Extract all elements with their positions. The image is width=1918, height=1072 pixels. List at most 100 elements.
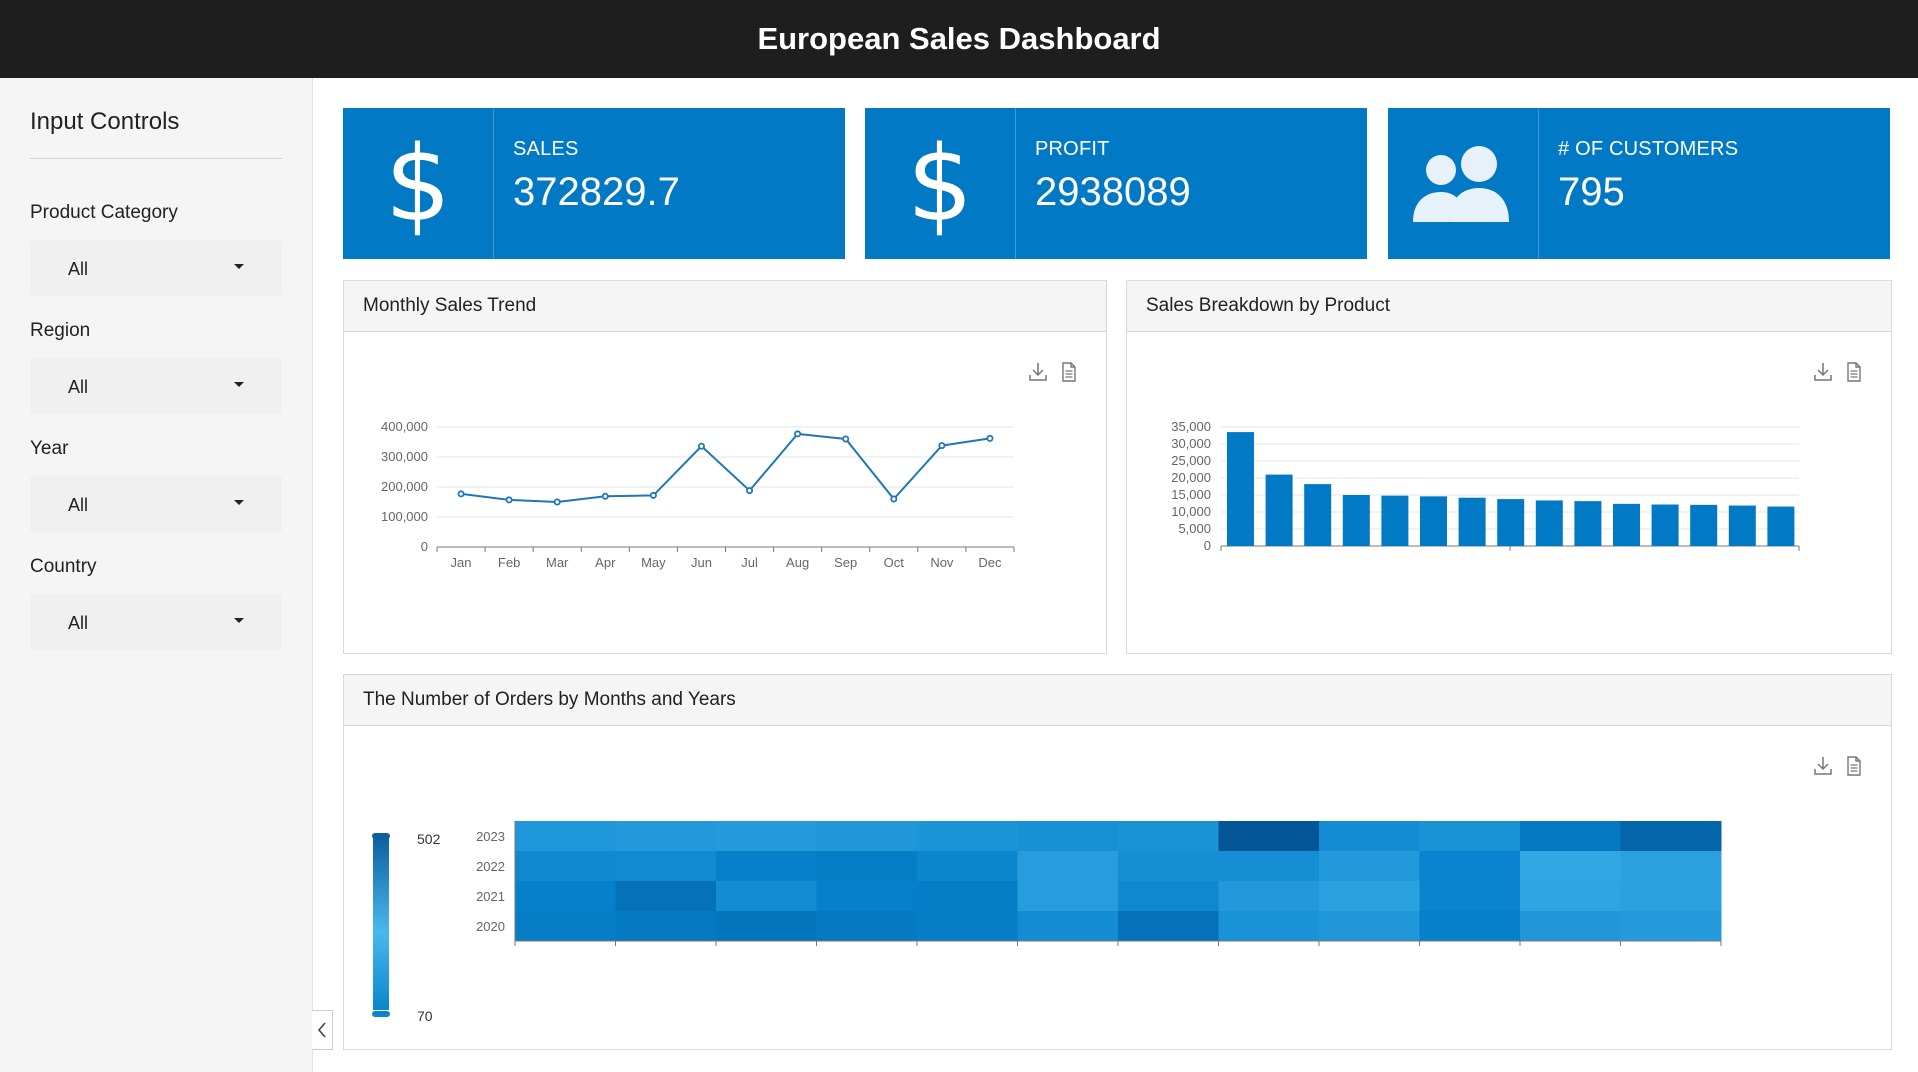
bar [1613,503,1640,546]
kpi-value: 372829.7 [513,170,680,214]
app-header: European Sales Dashboard [0,0,1918,78]
data-point [890,495,898,503]
heatmap-cell [1218,911,1320,942]
x-tick-label: Nov [930,555,954,570]
heatmap-cell [1620,911,1722,942]
product-category-select[interactable]: All [30,240,282,296]
year-select[interactable]: All [30,476,282,532]
y-tick-label: 20,000 [1171,470,1211,485]
bar [1420,496,1447,546]
region-value: All [68,377,89,397]
heatmap-cell [1218,851,1320,882]
kpi-label: PROFIT [1035,138,1110,160]
heatmap-cell [716,881,817,912]
heatmap-cell [615,851,717,882]
y-tick-label: 400,000 [381,419,428,434]
heatmap-cell [816,851,918,882]
bar [1651,504,1679,546]
heatmap-cell [615,911,717,942]
heatmap-cell [1017,911,1119,942]
bar [1381,495,1409,546]
heatmap-cell [816,911,918,942]
x-tick-label: May [641,555,666,570]
kpi-label: # OF CUSTOMERS [1558,138,1739,160]
x-tick-label: Jun [691,555,712,570]
kpi-label: SALES [513,138,579,160]
country-value: All [68,613,89,633]
y-tick-label: 25,000 [1171,453,1211,468]
panel-sales-breakdown: Sales Breakdown by Product 35,000 30,000 2… [1126,280,1892,654]
year-label: Year [30,438,69,459]
data-point [842,435,850,443]
y-tick-label: 2023 [476,829,505,844]
heatmap-cell [1319,911,1420,942]
heatmap-cell [917,821,1018,852]
panel-orders-heatmap: The Number of Orders by Months and Years… [343,674,1892,1050]
heatmap-cell [716,911,817,942]
heatmap-cell [515,911,616,942]
data-point [938,442,946,450]
x-tick-label: Oct [884,555,905,570]
heatmap-cell [1620,851,1722,882]
heatmap-cell [1118,821,1219,852]
color-scale-handle-min [372,1011,390,1017]
kpi-card-customers: # OF CUSTOMERS 795 [1388,108,1890,259]
data-point [986,434,994,442]
sidebar-divider [30,158,282,159]
heatmap-cell [1419,851,1521,882]
y-tick-label: 0 [1204,538,1211,553]
heatmap-cell [1419,911,1521,942]
y-tick-label: 15,000 [1171,487,1211,502]
x-tick-label: Mar [546,555,569,570]
heatmap-cell [615,881,717,912]
y-tick-label: 100,000 [381,509,428,524]
y-tick-label: 10,000 [1171,504,1211,519]
x-tick-label: Apr [595,555,616,570]
y-tick-label: 300,000 [381,449,428,464]
heatmap-cell [816,881,918,912]
heatmap-cell [1017,881,1119,912]
heatmap-cell [917,911,1018,942]
heatmap-cell [615,821,717,852]
heatmap-cell [515,881,616,912]
color-scale-bar [373,836,389,1010]
product-category-value: All [68,259,89,279]
data-point [794,430,802,438]
heatmap-cell [1118,911,1219,942]
sidebar-title: Input Controls [30,108,180,135]
y-tick-label: 2021 [476,889,505,904]
series-line [460,432,991,504]
region-select[interactable]: All [30,358,282,414]
caret-down-icon [234,618,244,623]
product-category-label: Product Category [30,202,178,223]
data-point [601,492,609,500]
country-select[interactable]: All [30,594,282,650]
heatmap-cell [1520,881,1621,912]
heatmap-cell [1520,821,1621,852]
heatmap-cell [917,881,1018,912]
chevron-left-icon [317,1022,326,1038]
dollar-icon: $ [906,122,974,245]
bar [1497,499,1525,546]
bar [1574,501,1602,546]
sidebar: Input Controls Product Category All Regi… [0,78,313,1072]
sidebar-collapse-button[interactable] [312,1010,333,1050]
heatmap-cell [1419,821,1521,852]
dollar-icon: $ [384,122,452,245]
color-scale-max-label: 502 [417,831,441,847]
x-tick-label: Jan [451,555,472,570]
heatmap-cell [716,821,817,852]
bar [1690,504,1718,546]
bar [1227,432,1254,546]
data-point [457,490,465,498]
heatmap-cell [515,851,616,882]
bar [1728,505,1756,546]
x-tick-label: Feb [498,555,520,570]
x-tick-label: Jul [741,555,758,570]
bar [1458,497,1486,546]
heatmap-cell [1419,881,1521,912]
bar [1304,484,1332,546]
y-tick-label: 2020 [476,919,505,934]
heatmap-cell [816,821,918,852]
country-label: Country [30,556,97,577]
